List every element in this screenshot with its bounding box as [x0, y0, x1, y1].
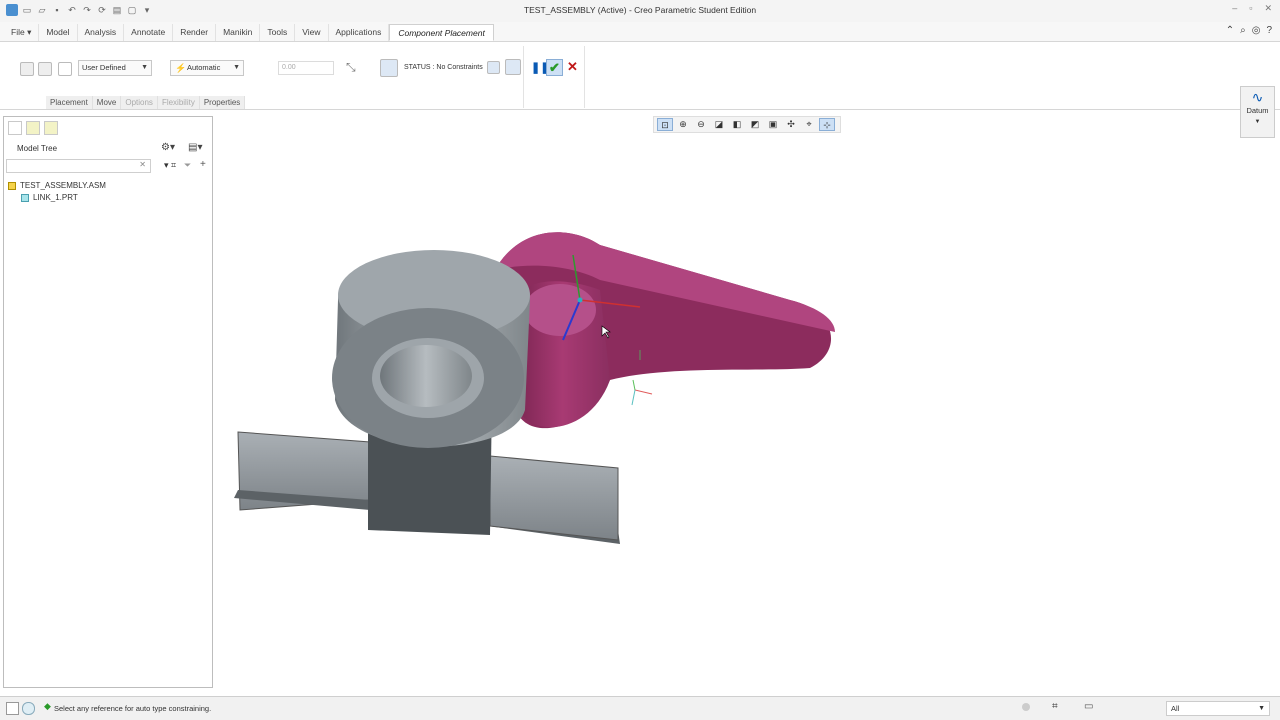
ribbon-divider: [523, 46, 524, 108]
repaint-icon[interactable]: ◪: [711, 118, 727, 131]
model-tree-panel: Model Tree ⚙▾ ▤▾ ✕ ▾ ⌗ ⏷ + TEST_ASSEMBLY…: [3, 116, 213, 688]
datum-icon: ∿: [1251, 89, 1264, 105]
folder-browser-icon[interactable]: [26, 121, 40, 135]
subtab-move[interactable]: Move: [92, 96, 122, 109]
zoom-in-icon[interactable]: ⊕: [675, 118, 691, 131]
saved-orientations-icon[interactable]: ◩: [747, 118, 763, 131]
offset-input[interactable]: 0.00: [278, 61, 334, 75]
window-controls: – ▫ ✕: [1232, 3, 1272, 14]
datum-display-icon[interactable]: ✣: [783, 118, 799, 131]
subtab-placement[interactable]: Placement: [46, 96, 93, 109]
tab-analysis[interactable]: Analysis: [78, 24, 125, 41]
placement-subtabs: Placement Move Options Flexibility Prope…: [46, 96, 246, 109]
search-icon[interactable]: ⌕: [1240, 25, 1246, 36]
tree-item-label: LINK_1.PRT: [33, 193, 78, 202]
window-title: TEST_ASSEMBLY (Active) - Creo Parametric…: [523, 5, 757, 15]
settings-icon[interactable]: ⚙▾: [161, 142, 175, 153]
title-bar: ▭ ▱ ▪ ↶ ↷ ⟳ ▤ ▢ ▾ TEST_ASSEMBLY (Active)…: [0, 0, 1280, 22]
tree-item-assembly[interactable]: TEST_ASSEMBLY.ASM: [8, 181, 106, 190]
tab-view[interactable]: View: [295, 24, 329, 41]
selection-filter-select[interactable]: All ▼: [1166, 701, 1270, 716]
regen-status-icon: [1022, 703, 1030, 711]
graphics-toolbar: ⊡ ⊕ ⊖ ◪ ◧ ◩ ▣ ✣ ⌖ ⊹: [653, 116, 841, 133]
filter-icon[interactable]: ⏷: [184, 160, 191, 171]
check-icon[interactable]: ✔: [546, 59, 563, 76]
add-icon[interactable]: +: [200, 159, 206, 170]
separate-window-icon[interactable]: [380, 59, 398, 77]
annotation-display-icon[interactable]: ⌖: [801, 118, 817, 131]
show-icon[interactable]: ▤▾: [188, 142, 202, 153]
favorites-icon[interactable]: [44, 121, 58, 135]
display-style-icon[interactable]: ◧: [729, 118, 745, 131]
tree-item-part[interactable]: LINK_1.PRT: [21, 193, 78, 202]
collapse-icon[interactable]: ⌃: [1226, 25, 1234, 36]
tab-tools[interactable]: Tools: [260, 24, 296, 41]
link-part[interactable]: [495, 232, 835, 429]
chevron-down-icon: ▼: [141, 64, 148, 71]
tree-item-label: TEST_ASSEMBLY.ASM: [20, 181, 106, 190]
tab-applications[interactable]: Applications: [329, 24, 390, 41]
community-icon[interactable]: ◎: [1252, 25, 1261, 36]
tab-render[interactable]: Render: [173, 24, 217, 41]
find-icon[interactable]: ▾ ⌗: [164, 160, 176, 171]
help-icon[interactable]: ?: [1266, 25, 1272, 36]
flip-icon[interactable]: ⤡: [346, 60, 356, 75]
close-icon[interactable]: ✕: [567, 59, 578, 75]
subtab-options[interactable]: Options: [121, 96, 158, 109]
tab-annotate[interactable]: Annotate: [124, 24, 174, 41]
tab-file-label: File: [11, 27, 25, 37]
tab-file[interactable]: File ▾: [4, 24, 40, 41]
refit-icon[interactable]: ⊡: [657, 118, 673, 131]
close-icon[interactable]: ✕: [1264, 3, 1272, 14]
zoom-out-icon[interactable]: ⊖: [693, 118, 709, 131]
menu-bar: File ▾ Model Analysis Annotate Render Ma…: [0, 22, 1280, 42]
offset-value: 0.00: [282, 64, 296, 71]
navigator-toolbar: [8, 121, 58, 135]
tab-component-placement[interactable]: Component Placement: [389, 24, 494, 41]
constraint-set-value: User Defined: [82, 63, 126, 72]
assembly-icon: [8, 181, 16, 190]
message-icon: ◆: [44, 701, 51, 711]
chevron-down-icon: ▼: [1254, 119, 1261, 125]
maximize-icon[interactable]: ▫: [1249, 3, 1252, 14]
lightning-icon: ⚡: [175, 63, 187, 73]
subtab-flexibility[interactable]: Flexibility: [157, 96, 200, 109]
datum-button[interactable]: ∿ Datum ▼: [1240, 86, 1275, 138]
status-bar: ◆ Select any reference for auto type con…: [0, 696, 1280, 720]
constraint-type-select[interactable]: ⚡ Automatic ▼: [170, 60, 244, 76]
clear-search-icon[interactable]: ✕: [139, 160, 146, 169]
status-message: Select any reference for auto type const…: [54, 704, 212, 713]
model-tree-search[interactable]: ✕: [6, 159, 151, 173]
model-tree-icon[interactable]: [8, 121, 22, 135]
component-window-icon[interactable]: [487, 61, 500, 74]
part-icon: [21, 193, 29, 202]
window-icon[interactable]: ▭: [1084, 701, 1093, 712]
view-manager-icon[interactable]: ▣: [765, 118, 781, 131]
minimize-icon[interactable]: –: [1232, 3, 1237, 14]
constraint-type-value: Automatic: [187, 63, 221, 72]
model-tree-label: Model Tree: [17, 144, 58, 153]
datum-label: Datum: [1246, 106, 1269, 115]
chevron-down-icon: ▼: [1258, 705, 1265, 712]
tab-manikin[interactable]: Manikin: [216, 24, 261, 41]
find-icon[interactable]: ⌗: [1052, 701, 1058, 712]
tab-model[interactable]: Model: [39, 24, 78, 41]
chevron-down-icon: ▼: [233, 64, 240, 71]
ribbon-tabs: File ▾ Model Analysis Annotate Render Ma…: [4, 24, 494, 41]
constraint-set-select[interactable]: User Defined ▼: [78, 60, 152, 76]
play-icon[interactable]: [58, 62, 72, 76]
subtab-properties[interactable]: Properties: [199, 96, 246, 109]
help-controls: ⌃ ⌕ ◎ ?: [1226, 25, 1272, 36]
ribbon-divider: [584, 46, 585, 108]
status-text: STATUS : No Constraints: [404, 64, 483, 71]
browser-toggle-icon[interactable]: [22, 702, 35, 715]
3d-viewport[interactable]: [220, 200, 860, 560]
selection-filter-value: All: [1171, 704, 1180, 713]
assembly-window-icon[interactable]: [505, 59, 521, 75]
model-tree-toggle-icon[interactable]: [6, 702, 19, 715]
spin-center-icon[interactable]: ⊹: [819, 118, 835, 131]
mechanism-icon[interactable]: [38, 62, 52, 76]
assembly-icon[interactable]: [20, 62, 34, 76]
